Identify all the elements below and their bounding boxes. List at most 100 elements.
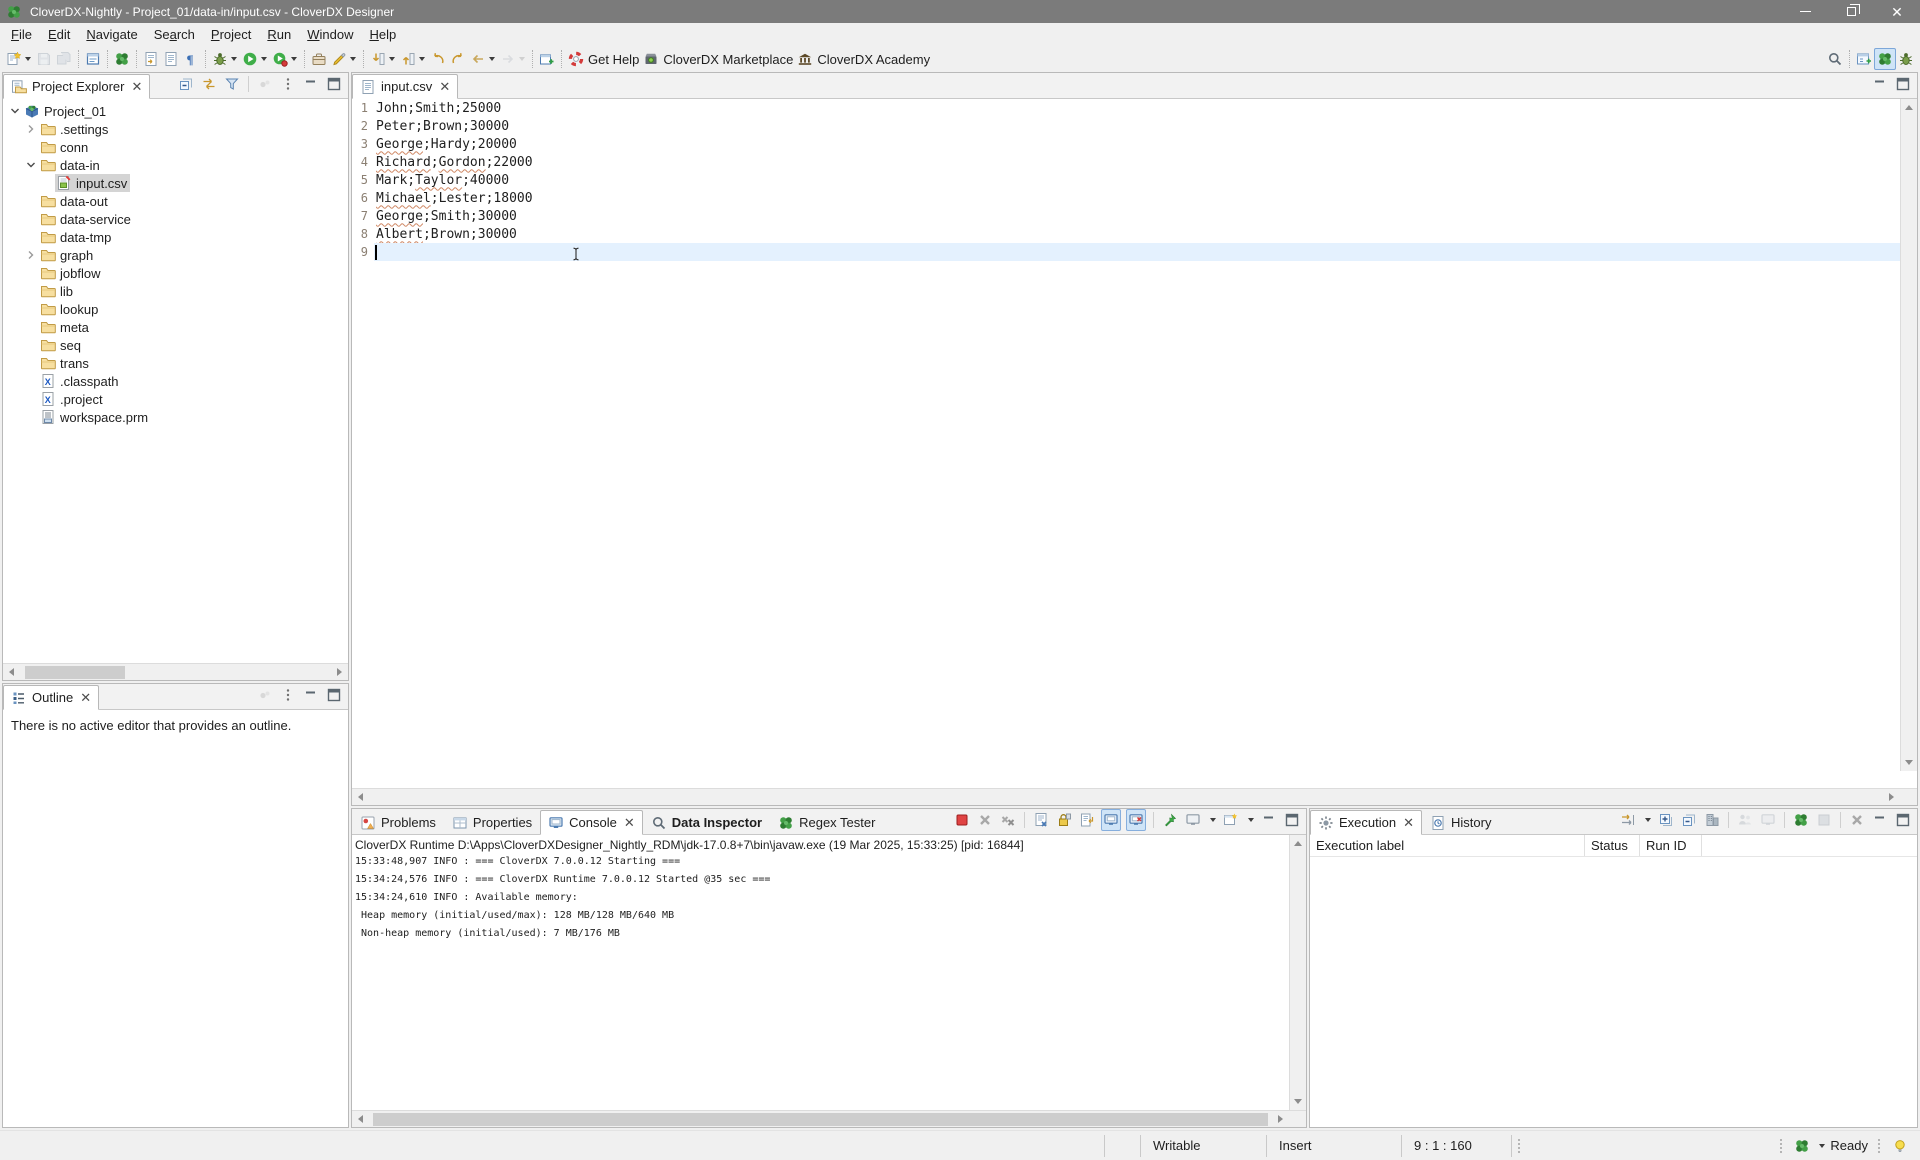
tab-data-inspector[interactable]: Data Inspector — [643, 810, 770, 835]
new-graph-button[interactable] — [537, 48, 557, 70]
scroll-up-icon[interactable] — [1290, 835, 1306, 852]
editor-line[interactable]: 8Albert;Brown;30000 — [352, 225, 1917, 243]
tree-item--settings[interactable]: .settings — [3, 120, 348, 138]
debug-button[interactable] — [210, 48, 240, 70]
run-profile-button[interactable] — [270, 48, 300, 70]
kebab-menu-button[interactable] — [279, 73, 297, 95]
editor-vscrollbar[interactable] — [1900, 99, 1917, 771]
show-source-button[interactable] — [161, 48, 181, 70]
tab-problems[interactable]: Problems — [352, 810, 444, 835]
search-button[interactable] — [1825, 48, 1845, 70]
chevron-right-icon[interactable] — [23, 121, 39, 137]
editor-line[interactable]: 2Peter;Brown;30000 — [352, 117, 1917, 135]
debug-perspective-button[interactable] — [1896, 48, 1916, 70]
menu-window[interactable]: Window — [299, 24, 361, 45]
chevron-down-icon[interactable] — [23, 157, 39, 173]
scroll-right-icon[interactable] — [331, 664, 348, 680]
cloverdx-marketplace-button[interactable]: CloverDX Marketplace — [641, 48, 795, 70]
clear-console-button[interactable] — [1032, 809, 1050, 831]
close-icon[interactable]: ✕ — [131, 80, 142, 93]
project-explorer-hscrollbar[interactable] — [3, 663, 348, 680]
window-minimize-button[interactable] — [1782, 0, 1828, 23]
cloverdx-academy-button[interactable]: CloverDX Academy — [795, 48, 932, 70]
editor-line[interactable]: 5Mark;Taylor;40000 — [352, 171, 1917, 189]
tab-console[interactable]: Console✕ — [540, 810, 643, 835]
collapse-all-button[interactable] — [177, 73, 195, 95]
mark-occurrences-button[interactable] — [329, 48, 359, 70]
pin-console-button[interactable] — [1161, 809, 1179, 831]
editor-line[interactable]: 7George;Smith;30000 — [352, 207, 1917, 225]
window-close-button[interactable]: ✕ — [1874, 0, 1920, 23]
scroll-lock-button[interactable] — [1055, 809, 1073, 831]
maximize-view-button[interactable] — [325, 684, 343, 706]
maximize-view-button[interactable] — [325, 73, 343, 95]
close-icon[interactable]: ✕ — [80, 691, 91, 704]
link-with-editor-doc-button[interactable] — [141, 48, 161, 70]
editor-line[interactable]: 4Richard;Gordon;22000 — [352, 153, 1917, 171]
scroll-down-icon[interactable] — [1901, 754, 1917, 771]
minimize-view-button[interactable] — [302, 684, 320, 706]
tab-project-explorer[interactable]: Project Explorer✕ — [3, 74, 150, 99]
column-header-status[interactable]: Status — [1585, 835, 1640, 856]
menu-search[interactable]: Search — [146, 24, 203, 45]
show-stderr-button[interactable] — [1126, 809, 1146, 831]
minimize-view-button[interactable] — [1260, 809, 1278, 831]
tree-item-data-out[interactable]: data-out — [3, 192, 348, 210]
editor-line[interactable]: 6Michael;Lester;18000 — [352, 189, 1917, 207]
back-history-button[interactable] — [428, 48, 448, 70]
display-selected-console-button[interactable] — [1184, 809, 1202, 831]
collapse-all-button[interactable] — [1680, 809, 1698, 831]
scroll-up-icon[interactable] — [1901, 99, 1917, 116]
maximize-view-button[interactable] — [1283, 809, 1301, 831]
terminate-button[interactable] — [953, 809, 971, 831]
tree-item--classpath[interactable]: X.classpath — [3, 372, 348, 390]
chevron-right-icon[interactable] — [23, 247, 39, 263]
kebab-menu-button[interactable] — [279, 684, 297, 706]
editor-hscrollbar[interactable] — [352, 788, 1917, 805]
scroll-right-icon[interactable] — [1272, 1111, 1289, 1127]
menu-run[interactable]: Run — [259, 24, 299, 45]
tree-item-data-tmp[interactable]: data-tmp — [3, 228, 348, 246]
close-icon[interactable]: ✕ — [1403, 816, 1414, 829]
tab-properties[interactable]: Properties — [444, 810, 540, 835]
maximize-view-button[interactable] — [1894, 809, 1912, 831]
tab-regex-tester[interactable]: Regex Tester — [770, 810, 883, 835]
editor-line[interactable]: 1John;Smith;25000 — [352, 99, 1917, 117]
tree-item-conn[interactable]: conn — [3, 138, 348, 156]
open-clipboard-button[interactable] — [309, 48, 329, 70]
tree-item-data-service[interactable]: data-service — [3, 210, 348, 228]
tab-outline[interactable]: Outline✕ — [3, 685, 99, 710]
forward-history-button[interactable] — [448, 48, 468, 70]
column-header-run-id[interactable]: Run ID — [1640, 835, 1702, 856]
minimize-view-button[interactable] — [1871, 809, 1889, 831]
maximize-view-button[interactable] — [1894, 73, 1912, 95]
last-edit-location-button[interactable] — [368, 48, 398, 70]
back-button[interactable] — [468, 48, 498, 70]
minimize-view-button[interactable] — [302, 73, 320, 95]
tree-item-graph[interactable]: graph — [3, 246, 348, 264]
scroll-right-icon[interactable] — [1883, 789, 1900, 805]
tab-history[interactable]: History — [1422, 810, 1499, 835]
scroll-left-icon[interactable] — [352, 1111, 369, 1127]
scrollbar-thumb[interactable] — [373, 1113, 1268, 1126]
console-vscrollbar[interactable] — [1289, 835, 1306, 1110]
tree-item-seq[interactable]: seq — [3, 336, 348, 354]
window-restore-button[interactable] — [1828, 0, 1874, 23]
filter-button[interactable] — [223, 73, 241, 95]
console-output[interactable]: CloverDX Runtime D:\Apps\CloverDXDesigne… — [352, 835, 1306, 1110]
show-whitespace-button[interactable]: ¶ — [181, 48, 201, 70]
tree-item-trans[interactable]: trans — [3, 354, 348, 372]
tree-item-meta[interactable]: meta — [3, 318, 348, 336]
chevron-down-icon[interactable] — [7, 103, 23, 119]
scroll-left-icon[interactable] — [352, 789, 369, 805]
clover-project-button[interactable] — [112, 48, 132, 70]
expand-all-button[interactable] — [1657, 809, 1675, 831]
editor-line[interactable]: 9 — [352, 243, 1917, 261]
show-tree-button[interactable] — [1703, 809, 1721, 831]
menu-help[interactable]: Help — [361, 24, 404, 45]
filter-executions-button[interactable] — [1619, 809, 1637, 831]
open-console-button[interactable] — [1222, 809, 1240, 831]
scroll-down-icon[interactable] — [1290, 1093, 1306, 1110]
menu-edit[interactable]: Edit — [40, 24, 78, 45]
close-icon[interactable]: ✕ — [624, 816, 635, 829]
